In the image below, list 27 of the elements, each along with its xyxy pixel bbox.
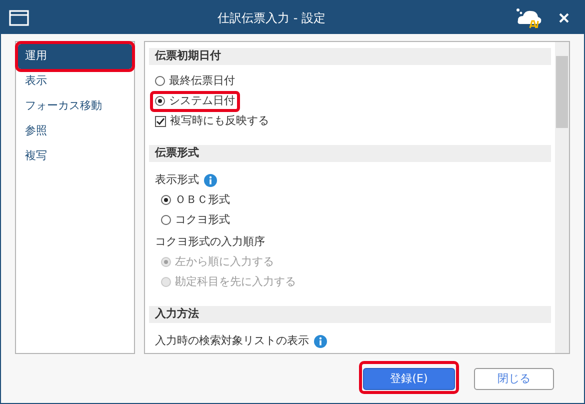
info-icon[interactable] xyxy=(204,174,217,186)
dialog-button[interactable]: 登録(E) xyxy=(363,368,455,390)
radio-option[interactable]: コクヨ形式 xyxy=(156,210,235,230)
radio-option[interactable]: 最終伝票日付 xyxy=(150,70,240,92)
scrollbar-thumb[interactable] xyxy=(556,56,568,128)
window-title: 仕訳伝票入力 - 設定 xyxy=(216,10,326,26)
field-label: 表示形式 xyxy=(155,172,199,188)
dialog-button[interactable]: 閉じる xyxy=(474,368,554,390)
radio-option[interactable]: システム日付 xyxy=(150,90,240,112)
sidebar-item[interactable]: 参照 xyxy=(18,119,132,144)
field-label: コクヨ形式の入力順序 xyxy=(155,234,265,250)
section-header: 入力方法 xyxy=(149,306,551,323)
scrollbar[interactable] xyxy=(555,42,569,353)
sidebar-item[interactable]: フォーカス移動 xyxy=(18,94,132,119)
sidebar-item[interactable]: 複写 xyxy=(18,144,132,169)
radio-option[interactable]: ＯＢＣ形式 xyxy=(156,190,235,210)
field-label: 入力時の検索対象リストの表示 xyxy=(155,332,309,349)
cloud-ai-icon xyxy=(514,6,544,30)
sidebar-item[interactable]: 表示 xyxy=(18,69,132,94)
section-header: 伝票形式 xyxy=(149,145,551,162)
section-header: 伝票初期日付 xyxy=(149,48,551,65)
info-icon[interactable] xyxy=(314,334,327,348)
sidebar-item[interactable]: 運用 xyxy=(18,44,132,69)
checkmark-icon xyxy=(156,116,165,126)
window-icon xyxy=(9,10,29,26)
checkbox-option[interactable]: 複写時にも反映する xyxy=(150,110,274,132)
close-icon xyxy=(559,12,569,22)
